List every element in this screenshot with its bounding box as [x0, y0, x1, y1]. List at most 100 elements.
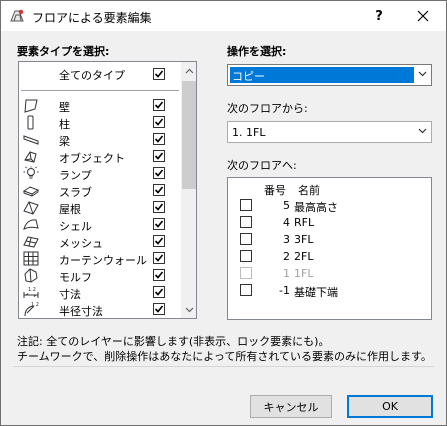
operation-select[interactable]: コピー: [227, 64, 432, 86]
element-type-scrollbar[interactable]: [181, 62, 196, 318]
floor-checkbox[interactable]: [240, 216, 252, 228]
element-type-label: 半径寸法: [59, 305, 103, 318]
checkmark-icon: [154, 186, 164, 194]
floor-name: 1FL: [294, 267, 314, 280]
slab-icon: [22, 186, 40, 197]
floor-row[interactable]: 5 最高高さ: [228, 197, 431, 214]
floor-checkbox[interactable]: [240, 233, 252, 245]
element-type-checkbox[interactable]: [153, 133, 165, 145]
element-type-checkbox[interactable]: [153, 116, 165, 128]
floor-row[interactable]: 2 2FL: [228, 248, 431, 265]
checkmark-icon: [154, 203, 164, 211]
element-type-row[interactable]: オブジェクト: [19, 148, 181, 165]
floor-name: RFL: [294, 216, 315, 229]
floor-checkbox[interactable]: [240, 199, 252, 211]
chevron-down-icon: [185, 307, 193, 312]
element-type-row[interactable]: カーテンウォール: [19, 250, 181, 267]
element-type-checkbox[interactable]: [153, 286, 165, 298]
element-type-list[interactable]: 全てのタイプ 壁 柱 梁 オブジェクト ランプ スラブ 屋根 シェル メッシュ …: [18, 61, 197, 319]
floor-row-disabled: 1 1FL: [228, 265, 431, 282]
element-type-row[interactable]: メッシュ: [19, 233, 181, 250]
element-type-checkbox[interactable]: [153, 99, 165, 111]
element-type-row[interactable]: 屋根: [19, 199, 181, 216]
dimension-icon: 1.2: [23, 287, 39, 298]
to-floor-label: 次のフロアへ:: [227, 159, 297, 172]
element-type-checkbox[interactable]: [153, 150, 165, 162]
floor-number: 3: [283, 233, 290, 246]
element-type-checkbox[interactable]: [153, 235, 165, 247]
element-type-label: メッシュ: [59, 237, 103, 250]
element-type-row[interactable]: 壁: [19, 97, 181, 114]
element-type-row[interactable]: モルフ: [19, 267, 181, 284]
title-bar[interactable]: フロアによる要素編集 ?: [1, 1, 446, 31]
element-type-label: ランプ: [59, 169, 92, 182]
object-icon: [24, 151, 37, 163]
element-type-checkbox[interactable]: [153, 201, 165, 213]
scroll-down-button[interactable]: [181, 301, 196, 318]
checkmark-icon: [154, 254, 164, 262]
checkmark-icon: [154, 101, 164, 109]
element-type-row[interactable]: シェル: [19, 216, 181, 233]
close-button[interactable]: [401, 1, 445, 31]
element-type-checkbox[interactable]: [153, 218, 165, 230]
svg-text:1.2: 1.2: [28, 287, 36, 293]
cancel-button[interactable]: キャンセル: [250, 395, 332, 418]
chevron-down-icon: [418, 128, 427, 134]
floor-number: 5: [283, 199, 290, 212]
chevron-up-icon: [185, 68, 193, 73]
floor-row[interactable]: 4 RFL: [228, 214, 431, 231]
element-type-checkbox[interactable]: [153, 303, 165, 315]
scroll-thumb[interactable]: [182, 81, 196, 189]
element-type-row[interactable]: 梁: [19, 131, 181, 148]
element-type-label: モルフ: [59, 271, 92, 284]
floor-row[interactable]: -1 基礎下端: [228, 282, 431, 299]
close-icon: [417, 10, 429, 22]
floor-checkbox[interactable]: [240, 284, 252, 296]
ok-button[interactable]: OK: [347, 395, 433, 418]
element-type-label: 柱: [59, 118, 70, 131]
element-type-label: スラブ: [59, 186, 92, 199]
element-type-row[interactable]: ランプ: [19, 165, 181, 182]
element-type-checkbox[interactable]: [153, 167, 165, 179]
element-types-heading: 要素タイプを選択:: [17, 45, 110, 58]
dialog-window: フロアによる要素編集 ? 要素タイプを選択: 全てのタイプ 壁 柱 梁 オブジェ…: [0, 0, 447, 426]
element-type-row[interactable]: 1.2 寸法: [19, 284, 181, 301]
element-type-label: カーテンウォール: [59, 254, 147, 267]
all-types-checkbox[interactable]: [153, 68, 165, 80]
element-type-row[interactable]: 柱: [19, 114, 181, 131]
element-type-row[interactable]: スラブ: [19, 182, 181, 199]
element-type-label: 梁: [59, 135, 70, 148]
element-type-label: 壁: [59, 101, 70, 114]
checkmark-icon: [154, 152, 164, 160]
element-type-checkbox[interactable]: [153, 252, 165, 264]
operation-value: コピー: [232, 70, 265, 83]
window-title: フロアによる要素編集: [32, 11, 152, 25]
chevron-down-icon: [418, 71, 427, 77]
floor-name: 3FL: [294, 233, 314, 246]
element-type-checkbox[interactable]: [153, 184, 165, 196]
checkmark-icon: [154, 271, 164, 279]
to-floor-list[interactable]: 番号 名前 5 最高高さ 4 RFL 3 3FL 2 2FL 1 1FL -1 …: [227, 177, 432, 320]
footer-divider: [13, 366, 434, 367]
element-type-row[interactable]: 1.2 半径寸法: [19, 301, 181, 318]
ok-button-label: OK: [382, 400, 398, 413]
curtain-wall-icon: [23, 251, 39, 266]
note-line-1: 注記: 全てのレイヤーに影響します(非表示、ロック要素にも)。: [17, 335, 330, 348]
floor-number: 1: [283, 267, 290, 280]
shell-icon: [23, 219, 39, 230]
all-types-row[interactable]: 全てのタイプ: [19, 64, 181, 84]
column-header-name: 名前: [298, 184, 320, 197]
floor-number: -1: [279, 284, 290, 297]
checkmark-icon: [154, 237, 164, 245]
floor-checkbox[interactable]: [240, 250, 252, 262]
element-type-label: 寸法: [59, 288, 81, 301]
help-button[interactable]: ?: [359, 1, 399, 31]
from-floor-select[interactable]: 1. 1FL: [227, 121, 432, 143]
radial-dimension-icon: 1.2: [24, 302, 39, 317]
checkmark-icon: [154, 135, 164, 143]
scroll-up-button[interactable]: [181, 62, 196, 79]
element-type-checkbox[interactable]: [153, 269, 165, 281]
list-divider: [21, 90, 179, 91]
floor-row[interactable]: 3 3FL: [228, 231, 431, 248]
from-floor-label: 次のフロアから:: [227, 102, 308, 115]
